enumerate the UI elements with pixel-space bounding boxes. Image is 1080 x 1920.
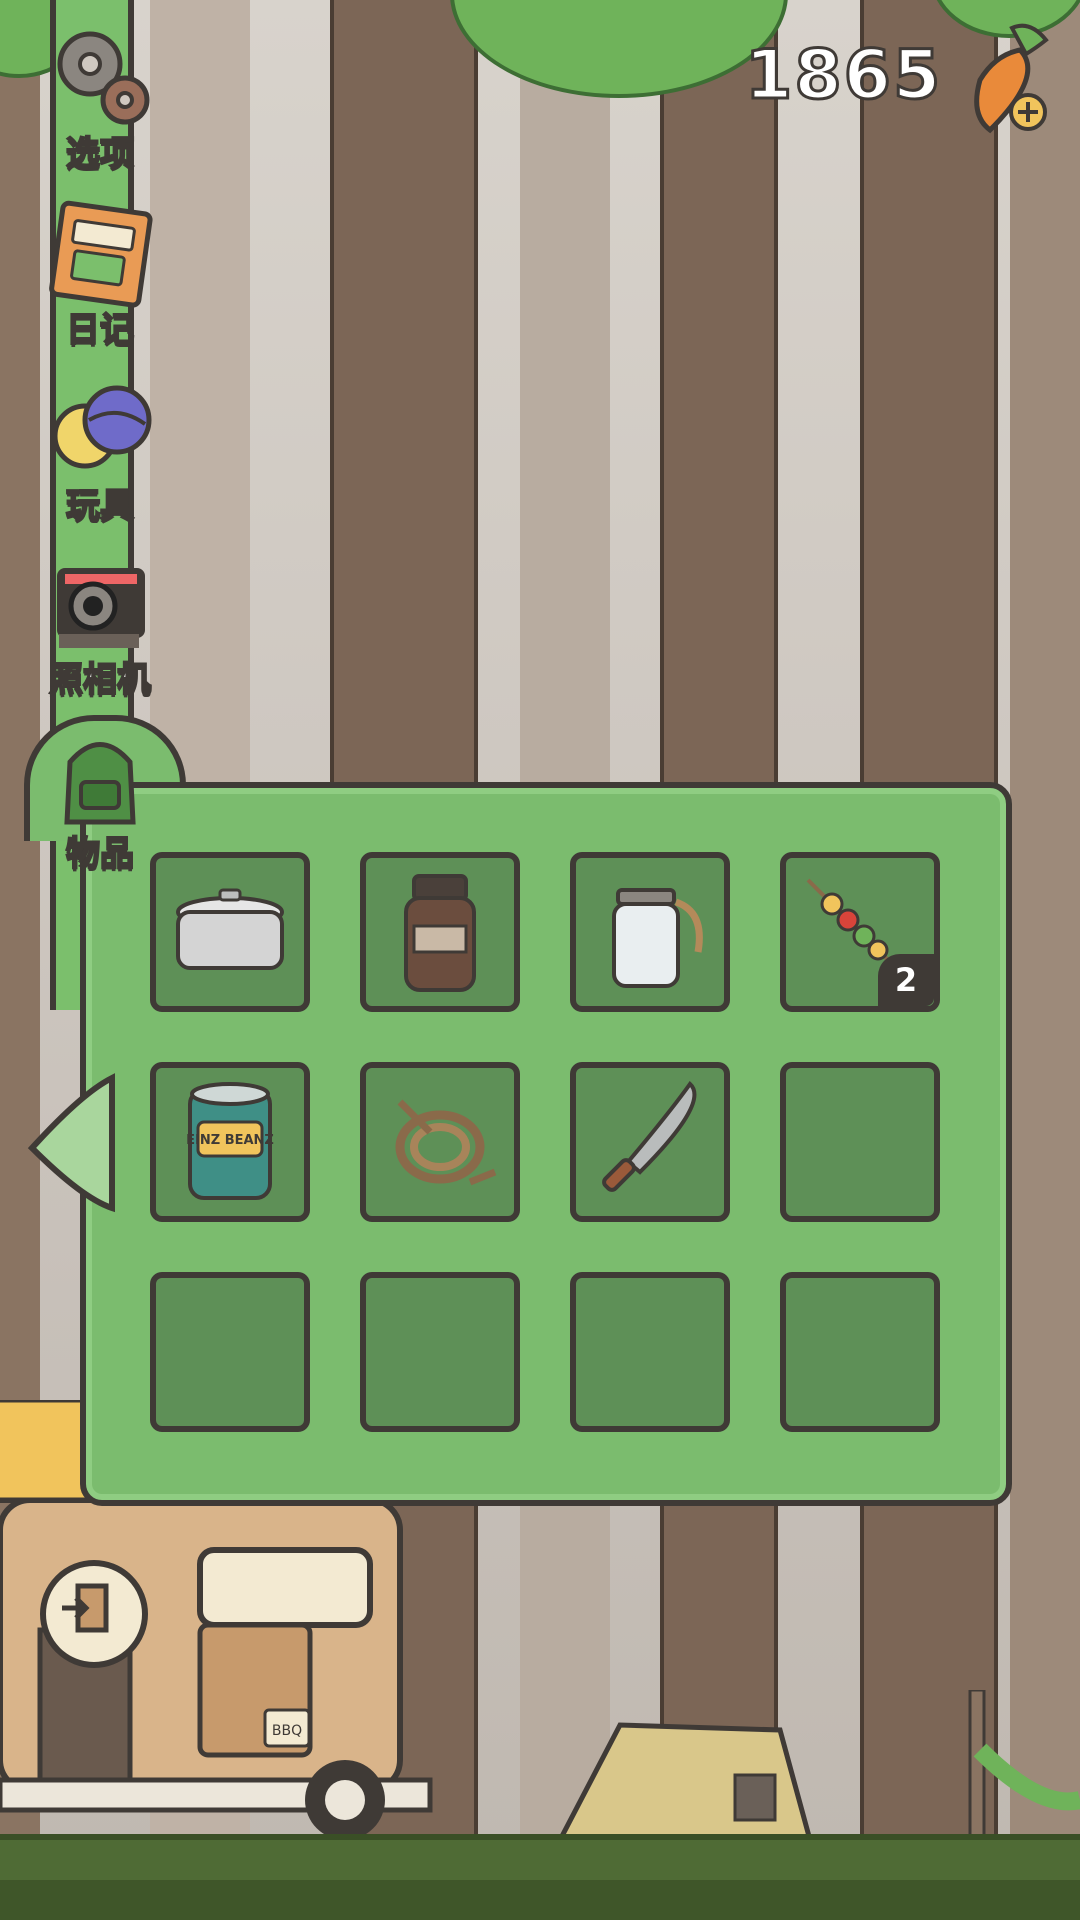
inventory-slot[interactable] [570,852,730,1012]
glass-jar-icon [612,888,703,988]
tent [555,1722,814,1843]
exit-door-icon [62,1583,109,1633]
inventory-slot-empty[interactable] [570,1272,730,1432]
inventory-slot[interactable]: 2 [780,852,940,1012]
backpack-icon [64,742,136,825]
tree-trunk [1010,0,1080,1920]
inventory-slot[interactable] [570,1062,730,1222]
rope-icon [395,1099,497,1186]
inventory-slot[interactable] [360,852,520,1012]
inventory-slot-empty[interactable] [360,1272,520,1432]
sidebar-item-diary[interactable]: 日记 [30,198,170,350]
machete-icon [602,1081,697,1192]
inventory-slot[interactable]: EINZ BEANZ [150,1062,310,1222]
van-bbq-sign: BBQ [272,1723,302,1739]
inventory-slot-empty[interactable] [150,1272,310,1432]
inventory-slot[interactable] [360,1062,520,1222]
coffee-jar-icon [404,874,476,992]
sidebar-item-camera[interactable]: 照相机 [30,548,170,700]
sidebar-item-toys[interactable]: 玩具 [30,374,170,526]
inventory-slot-empty[interactable] [780,1272,940,1432]
sidebar-item-label: 玩具 [65,486,135,526]
quantity-badge: 2 [878,954,934,1006]
carrot-currency-count: 1865 [743,35,943,117]
bean-can-label: EINZ BEANZ [186,1133,274,1148]
exit-button[interactable] [40,1560,148,1668]
sidebar-item-label: 日记 [65,310,135,350]
gears-icon [57,31,150,125]
cooking-pot-icon [176,888,284,970]
ground-dark [0,1880,1080,1920]
panel-back-arrow[interactable] [22,1068,122,1218]
inventory-slot[interactable] [150,852,310,1012]
sidebar-item-items[interactable]: 物品 [30,722,170,874]
sidebar-item-label: 物品 [65,834,135,874]
diary-icon [49,200,153,308]
inventory-slot-empty[interactable] [780,1062,940,1222]
sidebar-item-label: 选项 [65,134,135,174]
hammock [968,1690,1080,1850]
camera-icon [57,568,145,648]
toy-balls-icon [52,385,152,469]
bean-can-icon: EINZ BEANZ [186,1082,274,1200]
sidebar-item-label: 照相机 [48,660,152,700]
sidebar-item-options[interactable]: 选项 [30,22,170,174]
carrot-plus-icon[interactable] [950,20,1060,140]
